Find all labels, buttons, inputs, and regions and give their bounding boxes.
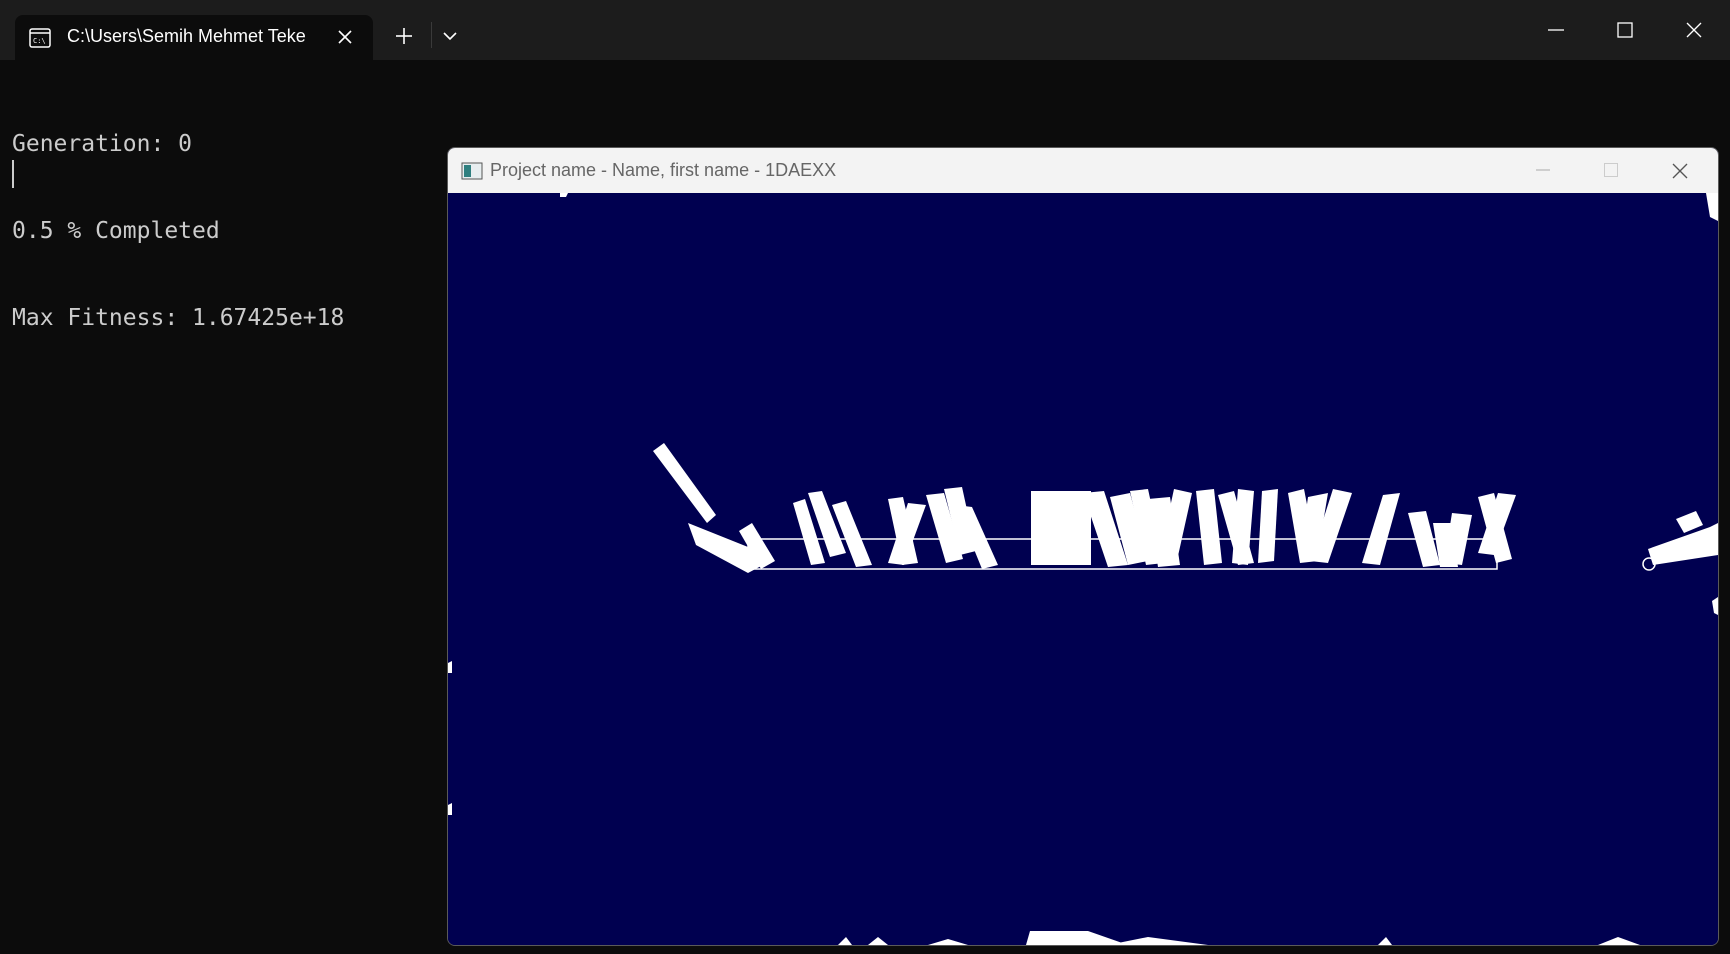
minimize-icon[interactable] — [1532, 10, 1580, 50]
simulation-window-titlebar[interactable]: Project name - Name, first name - 1DAEXX — [448, 148, 1718, 193]
svg-text:C:\: C:\ — [33, 37, 46, 45]
agent-shape — [1712, 597, 1718, 615]
app-close-icon[interactable] — [1644, 148, 1714, 193]
tab-title: C:\Users\Semih Mehmet Teke — [67, 26, 306, 46]
simulation-window[interactable]: Project name - Name, first name - 1DAEXX — [447, 147, 1719, 946]
terminal-tab[interactable]: C:\ C:\Users\Semih Mehmet Teke — [15, 15, 373, 60]
agent-shape — [1676, 511, 1703, 533]
new-tab-icon[interactable] — [388, 20, 420, 52]
text-cursor — [12, 160, 14, 188]
console-output[interactable]: Generation: 0 0.5 % Completed Max Fitnes… — [12, 72, 344, 362]
command-prompt-icon: C:\ — [29, 28, 51, 48]
agent-shape — [1108, 937, 1208, 945]
agent-shape — [448, 661, 452, 673]
maximize-icon[interactable] — [1601, 10, 1649, 50]
agent-shape — [1598, 937, 1640, 945]
app-minimize-icon[interactable] — [1508, 148, 1578, 193]
agent-shape — [928, 939, 968, 945]
simulation-canvas[interactable] — [448, 193, 1718, 945]
app-window-title: Project name - Name, first name - 1DAEXX — [490, 160, 837, 180]
app-maximize-icon[interactable] — [1576, 148, 1646, 193]
agent-shape — [1026, 931, 1128, 945]
agent-shape — [1362, 493, 1400, 565]
fitness-line: Max Fitness: 1.67425e+18 — [12, 305, 345, 331]
agent-shape — [1378, 937, 1392, 945]
agent-shape — [448, 803, 452, 815]
completion-line: 0.5 % Completed — [12, 218, 220, 244]
generation-line: Generation: 0 — [12, 131, 193, 157]
close-icon[interactable] — [1670, 10, 1718, 50]
agent-shape — [1031, 491, 1091, 565]
agent-shape — [560, 193, 568, 197]
agent-shape — [868, 937, 888, 945]
terminal-titlebar: C:\ C:\Users\Semih Mehmet Teke — [0, 0, 1730, 60]
simulation-drawing — [448, 193, 1718, 945]
agent-shape — [838, 937, 852, 945]
agent-shape — [1196, 489, 1222, 565]
agent-shape — [653, 443, 716, 523]
dropdown-chevron-icon[interactable] — [434, 22, 466, 52]
tab-divider — [431, 22, 432, 48]
agent-shape — [1706, 193, 1718, 221]
agent-shape — [1258, 489, 1278, 563]
app-window-icon — [461, 162, 483, 180]
tab-close-icon[interactable] — [331, 23, 359, 51]
